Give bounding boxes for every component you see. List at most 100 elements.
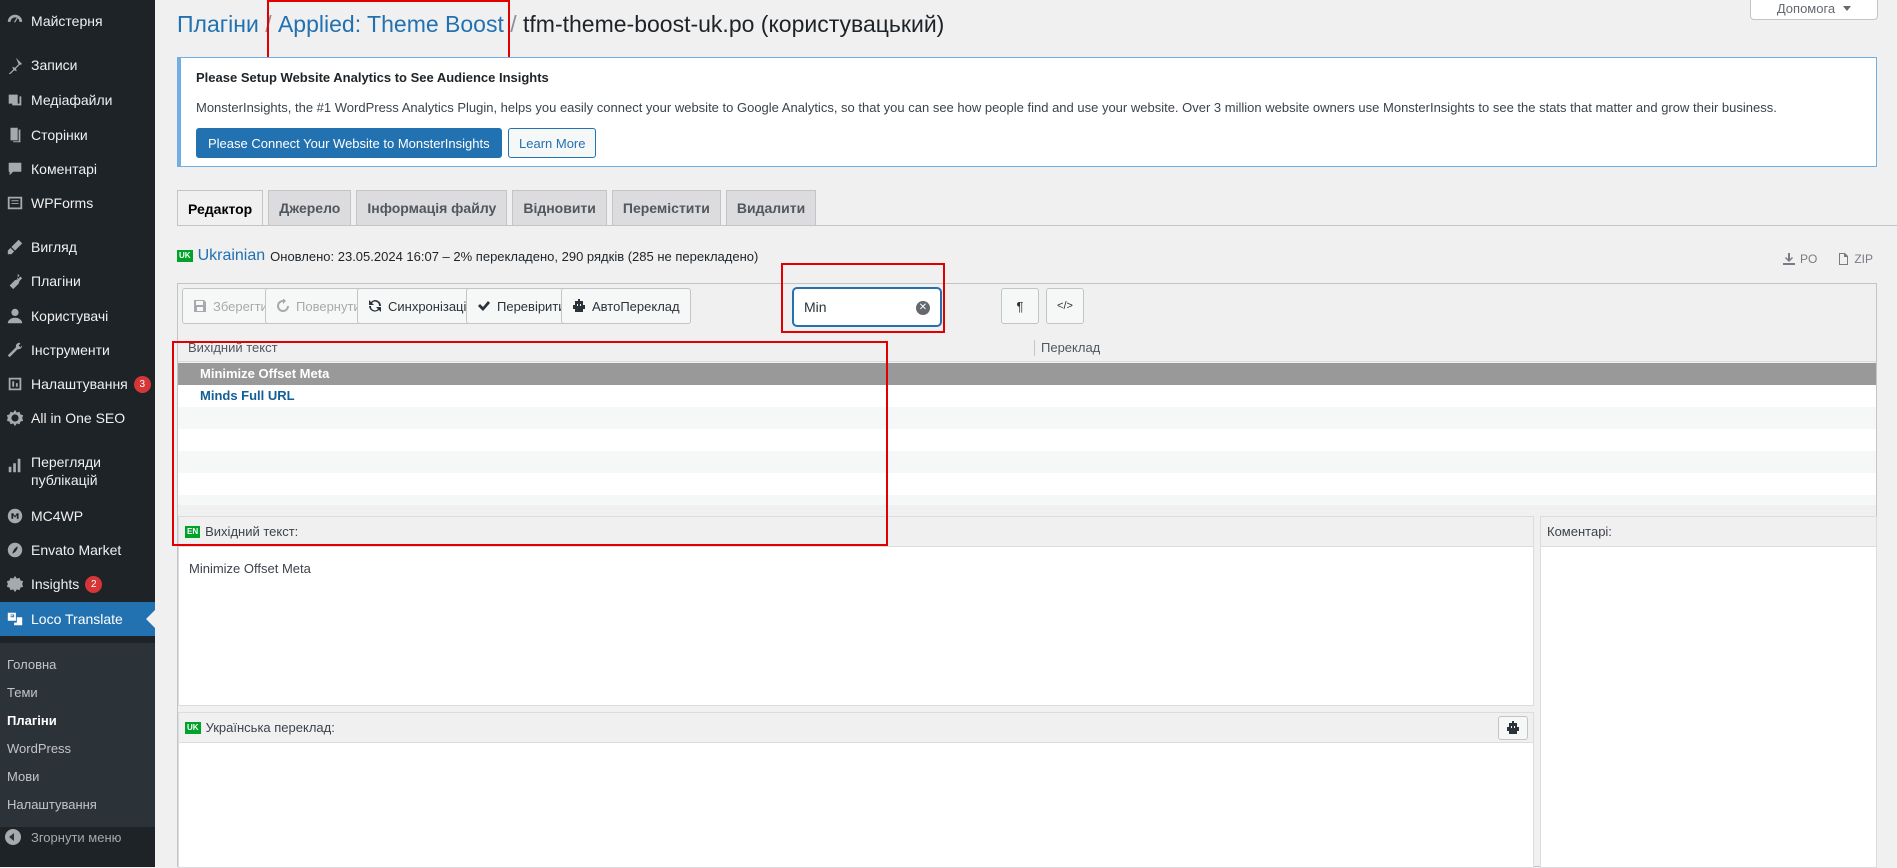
tab-file-info[interactable]: Інформація файлу	[356, 190, 508, 225]
chart-icon	[5, 455, 25, 475]
check-icon	[478, 301, 490, 311]
menu-tools[interactable]: Інструменти	[0, 339, 155, 361]
tab-restore[interactable]: Відновити	[512, 190, 607, 225]
menu-label: Налаштування	[31, 376, 128, 392]
translation-pane: UK Українська переклад:	[178, 712, 1534, 868]
column-translation[interactable]: Переклад	[1041, 340, 1100, 355]
menu-label: Envato Market	[31, 542, 122, 558]
tab-source[interactable]: Джерело	[268, 190, 352, 225]
menu-label: Перегляди публікацій	[31, 454, 101, 488]
auto-translate-label: АвтоПереклад	[592, 298, 680, 314]
menu-label: Коментарі	[31, 161, 98, 177]
seo-icon	[5, 408, 25, 428]
status-text: Оновлено: 23.05.2024 16:07 – 2% переклад…	[270, 248, 759, 264]
learn-more-button[interactable]: Learn More	[508, 128, 597, 158]
menu-label: Записи	[31, 57, 78, 73]
help-label: Допомога	[1776, 0, 1836, 16]
menu-label: Loco Translate	[31, 611, 123, 627]
submenu-settings[interactable]: Налаштування	[7, 797, 97, 812]
menu-mc4wp[interactable]: MC4WP	[0, 505, 155, 527]
menu-settings[interactable]: Налаштування 3	[0, 373, 155, 395]
highlight-box	[267, 0, 510, 60]
menu-aioseo[interactable]: All in One SEO	[0, 407, 155, 429]
menu-label: MC4WP	[31, 508, 84, 524]
check-button[interactable]: Перевірити	[466, 288, 577, 324]
breadcrumb-plugins[interactable]: Плагіни	[177, 11, 259, 37]
auto-translate-field-button[interactable]	[1498, 716, 1528, 740]
submenu-wordpress[interactable]: WordPress	[7, 741, 71, 756]
connect-button[interactable]: Please Connect Your Website to MonsterIn…	[196, 128, 502, 158]
menu-users[interactable]: Користувачі	[0, 305, 155, 327]
editor-tabs: Редактор Джерело Інформація файлу Віднов…	[177, 190, 821, 226]
menu-label: Вигляд	[31, 239, 77, 255]
menu-insights[interactable]: Insights 2	[0, 573, 155, 595]
download-icon	[1782, 253, 1795, 265]
menu-post-views[interactable]: Перегляди публікацій	[0, 453, 155, 493]
menu-label: Сторінки	[31, 127, 88, 143]
active-arrow	[146, 610, 155, 628]
submenu-home[interactable]: Головна	[7, 657, 56, 672]
submenu-languages[interactable]: Мови	[7, 769, 39, 784]
menu-comments[interactable]: Коментарі	[0, 158, 155, 180]
language-link[interactable]: Ukrainian	[198, 247, 266, 265]
analytics-notice: Please Setup Website Analytics to See Au…	[177, 57, 1877, 167]
menu-media[interactable]: Медіафайли	[0, 89, 155, 111]
menu-label: WPForms	[31, 195, 94, 211]
highlight-box	[172, 341, 888, 546]
submenu-plugins[interactable]: Плагіни	[7, 713, 57, 728]
tab-move[interactable]: Перемістити	[611, 190, 721, 225]
file-icon	[1839, 253, 1849, 265]
collapse-icon	[5, 829, 21, 845]
collapse-menu[interactable]: Згорнути меню	[0, 826, 155, 848]
wrench-icon	[5, 340, 25, 360]
zip-label: ZIP	[1854, 252, 1873, 266]
code-view-button[interactable]: </>	[1046, 288, 1084, 324]
tabs-divider	[177, 225, 1897, 226]
notice-title: Please Setup Website Analytics to See Au…	[196, 70, 549, 85]
auto-translate-button[interactable]: АвтоПереклад	[561, 288, 691, 324]
mail-icon	[5, 506, 25, 526]
menu-posts[interactable]: Записи	[0, 54, 155, 76]
user-icon	[5, 306, 25, 326]
download-links: PO ZIP	[1763, 252, 1873, 266]
invisibles-button[interactable]: ¶	[1001, 288, 1039, 324]
pin-icon	[5, 55, 25, 75]
save-label: Зберегти	[213, 298, 268, 314]
menu-appearance[interactable]: Вигляд	[0, 236, 155, 258]
menu-pages[interactable]: Сторінки	[0, 124, 155, 146]
menu-plugins[interactable]: Плагіни	[0, 270, 155, 292]
download-zip[interactable]: ZIP	[1837, 252, 1873, 266]
menu-dashboard[interactable]: Майстерня	[0, 10, 155, 32]
comments-pane: Коментарі:	[1540, 516, 1877, 868]
menu-loco-translate[interactable]: Loco Translate	[0, 602, 155, 636]
comment-icon	[5, 159, 25, 179]
insights-badge: 2	[85, 575, 103, 593]
submenu-themes[interactable]: Теми	[7, 685, 38, 700]
menu-label: Insights	[31, 576, 80, 592]
tab-editor[interactable]: Редактор	[177, 190, 264, 226]
settings-icon	[5, 374, 25, 394]
collapse-label: Згорнути меню	[31, 829, 122, 845]
menu-envato[interactable]: Envato Market	[0, 539, 155, 561]
menu-wpforms[interactable]: WPForms	[0, 192, 155, 214]
brush-icon	[5, 237, 25, 257]
menu-label: All in One SEO	[31, 410, 126, 426]
breadcrumb-file: tfm-theme-boost-uk.po (користувацький)	[523, 11, 945, 37]
chevron-down-icon	[1843, 5, 1852, 11]
highlight-box	[781, 263, 945, 333]
flag-uk: UK	[185, 721, 201, 734]
column-divider	[1034, 340, 1035, 356]
sync-label: Синхронізація	[388, 298, 474, 314]
translation-pane-label: Українська переклад:	[205, 720, 335, 735]
breadcrumb-sep: /	[510, 11, 517, 37]
help-button[interactable]: Допомога	[1750, 0, 1878, 20]
menu-label: Медіафайли	[31, 92, 113, 108]
media-icon	[5, 90, 25, 110]
dashboard-icon	[5, 11, 25, 31]
revert-button[interactable]: Повернути	[265, 288, 372, 324]
menu-label: Інструменти	[31, 342, 110, 358]
robot-icon	[573, 299, 585, 312]
floppy-icon	[194, 300, 206, 312]
tab-delete[interactable]: Видалити	[725, 190, 817, 225]
download-po[interactable]: PO	[1782, 252, 1817, 266]
